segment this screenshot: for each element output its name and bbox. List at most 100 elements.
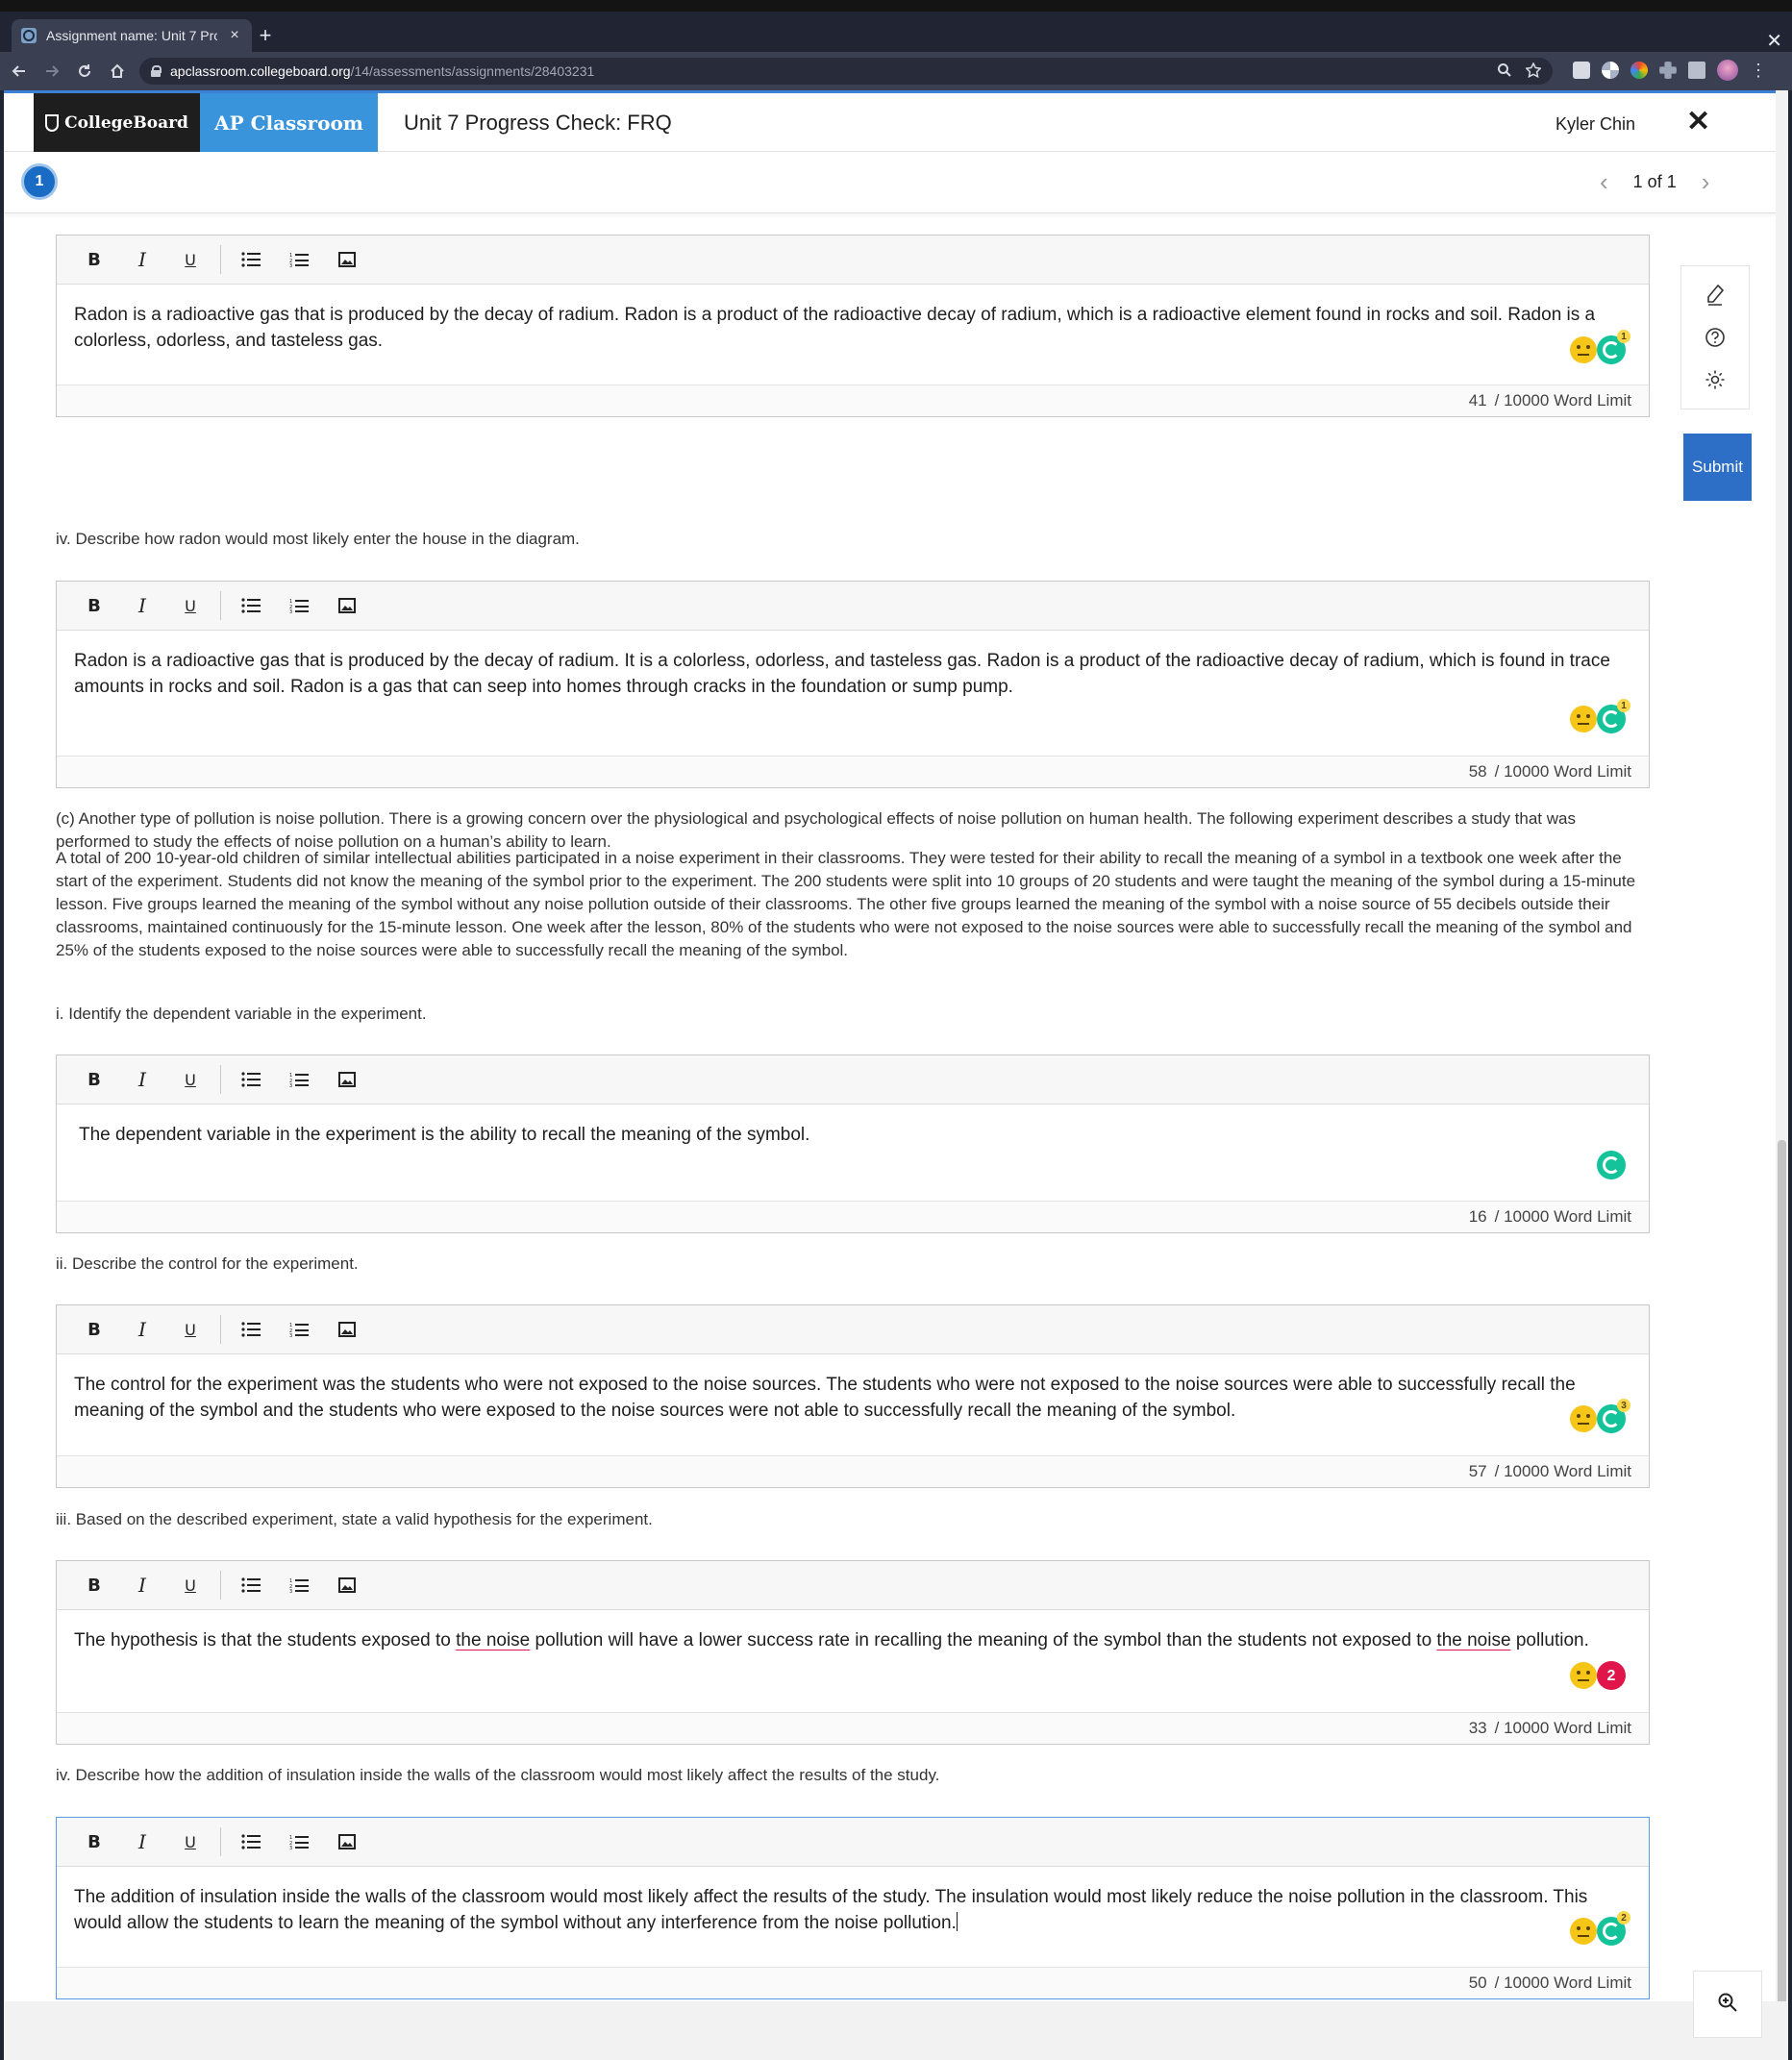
word-count-footer: 50 / 10000 Word Limit — [57, 1967, 1649, 1998]
page-scrollbar[interactable] — [1776, 90, 1788, 2060]
bulleted-list-icon[interactable] — [227, 1570, 275, 1601]
chevron-right-icon[interactable]: › — [1702, 169, 1710, 194]
tone-neutral-face-icon[interactable] — [1570, 1918, 1597, 1945]
bold-button[interactable]: B — [70, 590, 118, 621]
bulleted-list-icon[interactable] — [227, 244, 275, 275]
response-editor-active[interactable]: B I U 123 The addition of insulation ins… — [56, 1817, 1650, 1999]
italic-button[interactable]: I — [118, 1064, 166, 1095]
insert-image-icon[interactable] — [323, 1570, 371, 1601]
bold-button[interactable]: B — [70, 1314, 118, 1345]
italic-button[interactable]: I — [118, 1314, 166, 1345]
user-name[interactable]: Kyler Chin — [1556, 114, 1635, 135]
grammarly-icon[interactable] — [1597, 1151, 1626, 1179]
submit-button[interactable]: Submit — [1683, 434, 1752, 501]
extension-reader-icon[interactable] — [1573, 62, 1590, 79]
italic-button[interactable]: I — [118, 590, 166, 621]
grammarly-icon[interactable]: 3 — [1597, 1399, 1630, 1433]
svg-text:3: 3 — [289, 1083, 292, 1087]
grammarly-error-count-badge[interactable]: 2 — [1597, 1661, 1626, 1690]
browser-tab[interactable]: Assignment name: Unit 7 Prog × — [12, 19, 252, 52]
underline-button[interactable]: U — [166, 1064, 214, 1095]
editor-text-area[interactable]: The addition of insulation inside the wa… — [57, 1867, 1649, 1969]
extensions-puzzle-icon[interactable] — [1659, 62, 1677, 79]
italic-button[interactable]: I — [118, 1570, 166, 1601]
question-number-badge[interactable]: 1 — [21, 163, 58, 200]
window-close-icon[interactable]: ✕ — [1766, 29, 1782, 53]
collegeboard-logo[interactable]: CollegeBoard — [34, 93, 200, 152]
tone-neutral-face-icon[interactable] — [1570, 336, 1597, 363]
reload-icon[interactable] — [71, 58, 98, 85]
editor-text-area[interactable]: Radon is a radioactive gas that is produ… — [57, 285, 1649, 386]
response-editor[interactable]: B I U 123 The control for the experiment… — [56, 1304, 1650, 1488]
numbered-list-icon[interactable]: 123 — [275, 1826, 323, 1857]
numbered-list-icon[interactable]: 123 — [275, 590, 323, 621]
chevron-left-icon[interactable]: ‹ — [1600, 169, 1608, 194]
insert-image-icon[interactable] — [323, 244, 371, 275]
tab-close-icon[interactable]: × — [227, 27, 242, 44]
response-editor[interactable]: B I U 123 Radon is a radioactive gas tha… — [56, 235, 1650, 417]
insert-image-icon[interactable] — [323, 1064, 371, 1095]
assignment-title: Unit 7 Progress Check: FRQ — [404, 111, 672, 135]
settings-gear-icon[interactable] — [1704, 368, 1727, 391]
back-arrow-icon[interactable] — [6, 58, 33, 85]
bulleted-list-icon[interactable] — [227, 1826, 275, 1857]
profile-avatar[interactable] — [1717, 60, 1738, 81]
editor-text-area[interactable]: Radon is a radioactive gas that is produ… — [57, 631, 1649, 757]
editor-text-area[interactable]: The dependent variable in the experiment… — [57, 1104, 1649, 1203]
zoom-icon[interactable] — [1497, 62, 1512, 82]
underline-button[interactable]: U — [166, 590, 214, 621]
underline-button[interactable]: U — [166, 1826, 214, 1857]
numbered-list-icon[interactable]: 123 — [275, 1570, 323, 1601]
insert-image-icon[interactable] — [323, 590, 371, 621]
help-question-icon[interactable] — [1704, 326, 1727, 349]
underline-button[interactable]: U — [166, 244, 214, 275]
word-count-footer: 41 / 10000 Word Limit — [57, 385, 1649, 416]
bulleted-list-icon[interactable] — [227, 1314, 275, 1345]
response-editor[interactable]: B I U 123 The dependent variable in the … — [56, 1055, 1650, 1233]
underline-button[interactable]: U — [166, 1314, 214, 1345]
numbered-list-icon[interactable]: 123 — [275, 1314, 323, 1345]
tone-neutral-face-icon[interactable] — [1570, 1662, 1597, 1689]
address-bar[interactable]: apclassroom.collegeboard.org /14/assessm… — [139, 58, 1553, 85]
tone-neutral-face-icon[interactable] — [1570, 706, 1597, 732]
lock-icon[interactable] — [151, 65, 162, 77]
zoom-button[interactable] — [1693, 1971, 1762, 2038]
tone-neutral-face-icon[interactable] — [1570, 1405, 1597, 1432]
italic-button[interactable]: I — [118, 1826, 166, 1857]
home-icon[interactable] — [104, 58, 131, 85]
bold-button[interactable]: B — [70, 244, 118, 275]
response-editor[interactable]: B I U 123 The hypothesis is that the stu… — [56, 1560, 1650, 1745]
numbered-list-icon[interactable]: 123 — [275, 1064, 323, 1095]
grammarly-icon[interactable]: 1 — [1597, 699, 1630, 733]
highlighter-pen-icon[interactable] — [1704, 284, 1727, 307]
reading-list-icon[interactable] — [1688, 62, 1705, 79]
insert-image-icon[interactable] — [323, 1314, 371, 1345]
bold-button[interactable]: B — [70, 1570, 118, 1601]
browser-menu-icon[interactable]: ⋮ — [1750, 62, 1767, 79]
bulleted-list-icon[interactable] — [227, 1064, 275, 1095]
grammarly-icon[interactable]: 2 — [1597, 1911, 1630, 1946]
extension-color-icon[interactable] — [1630, 62, 1648, 79]
italic-button[interactable]: I — [118, 244, 166, 275]
editor-text-area[interactable]: The control for the experiment was the s… — [57, 1354, 1649, 1457]
response-editor[interactable]: B I U 123 Radon is a radioactive gas tha… — [56, 581, 1650, 788]
response-text-segment: pollution will have a lower success rate… — [530, 1630, 1437, 1650]
bold-button[interactable]: B — [70, 1064, 118, 1095]
grammar-flagged-phrase[interactable]: the noise — [456, 1630, 530, 1650]
extension-darkmode-icon[interactable] — [1602, 62, 1619, 79]
insert-image-icon[interactable] — [323, 1826, 371, 1857]
editor-text-area[interactable]: The hypothesis is that the students expo… — [57, 1610, 1649, 1714]
grammarly-icon[interactable]: 1 — [1597, 330, 1630, 364]
editor-toolbar: B I U 123 — [57, 236, 1649, 285]
bulleted-list-icon[interactable] — [227, 590, 275, 621]
numbered-list-icon[interactable]: 123 — [275, 244, 323, 275]
close-assignment-button[interactable]: ✕ — [1686, 105, 1710, 138]
bold-button[interactable]: B — [70, 1826, 118, 1857]
underline-button[interactable]: U — [166, 1570, 214, 1601]
bookmark-star-icon[interactable] — [1525, 62, 1542, 82]
grammar-flagged-phrase[interactable]: the noise — [1436, 1630, 1510, 1650]
new-tab-button[interactable]: + — [254, 25, 277, 46]
scrollbar-thumb[interactable] — [1778, 1140, 1786, 2060]
ap-classroom-logo[interactable]: AP Classroom — [200, 93, 378, 152]
forward-arrow-icon[interactable] — [38, 58, 65, 85]
